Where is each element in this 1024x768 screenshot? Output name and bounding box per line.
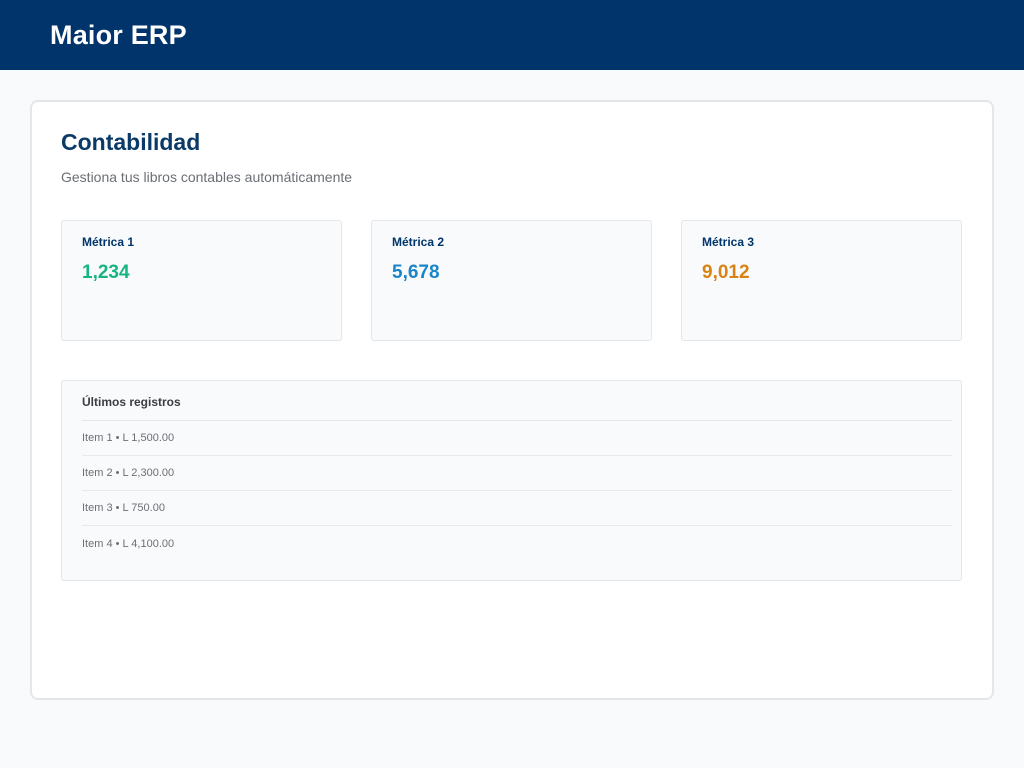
brand-title: Maior ERP [50,19,187,50]
record-text: Item 1 • L 1,500.00 [82,432,175,444]
metric-label: Métrica 3 [702,235,755,249]
metric-value: 9,012 [702,262,750,283]
metric-card-3: Métrica 3 9,012 [681,220,962,341]
record-text: Item 4 • L 4,100.00 [82,537,175,550]
record-row[interactable]: Item 4 • L 4,100.00 [82,526,952,561]
top-bar: Maior ERP [0,0,1024,70]
metric-label: Métrica 1 [82,235,135,249]
record-row[interactable]: Item 2 • L 2,300.00 [82,456,952,491]
page-title: Contabilidad [61,129,201,155]
records-title: Últimos registros [82,395,181,409]
metric-card-2: Métrica 2 5,678 [371,220,652,341]
record-row[interactable]: Item 1 • L 1,500.00 [82,421,952,456]
metric-value: 1,234 [82,262,130,283]
page-subtitle: Gestiona tus libros contables automática… [61,169,353,185]
metric-card-1: Métrica 1 1,234 [61,220,342,341]
metric-value: 5,678 [392,262,440,283]
recent-records-panel: Últimos registros Item 1 • L 1,500.00 It… [61,380,962,581]
record-text: Item 2 • L 2,300.00 [82,467,175,479]
record-text: Item 3 • L 750.00 [82,502,165,514]
record-row[interactable]: Item 3 • L 750.00 [82,491,952,526]
main-card: Contabilidad Gestiona tus libros contabl… [30,100,994,700]
metric-label: Métrica 2 [392,235,445,249]
